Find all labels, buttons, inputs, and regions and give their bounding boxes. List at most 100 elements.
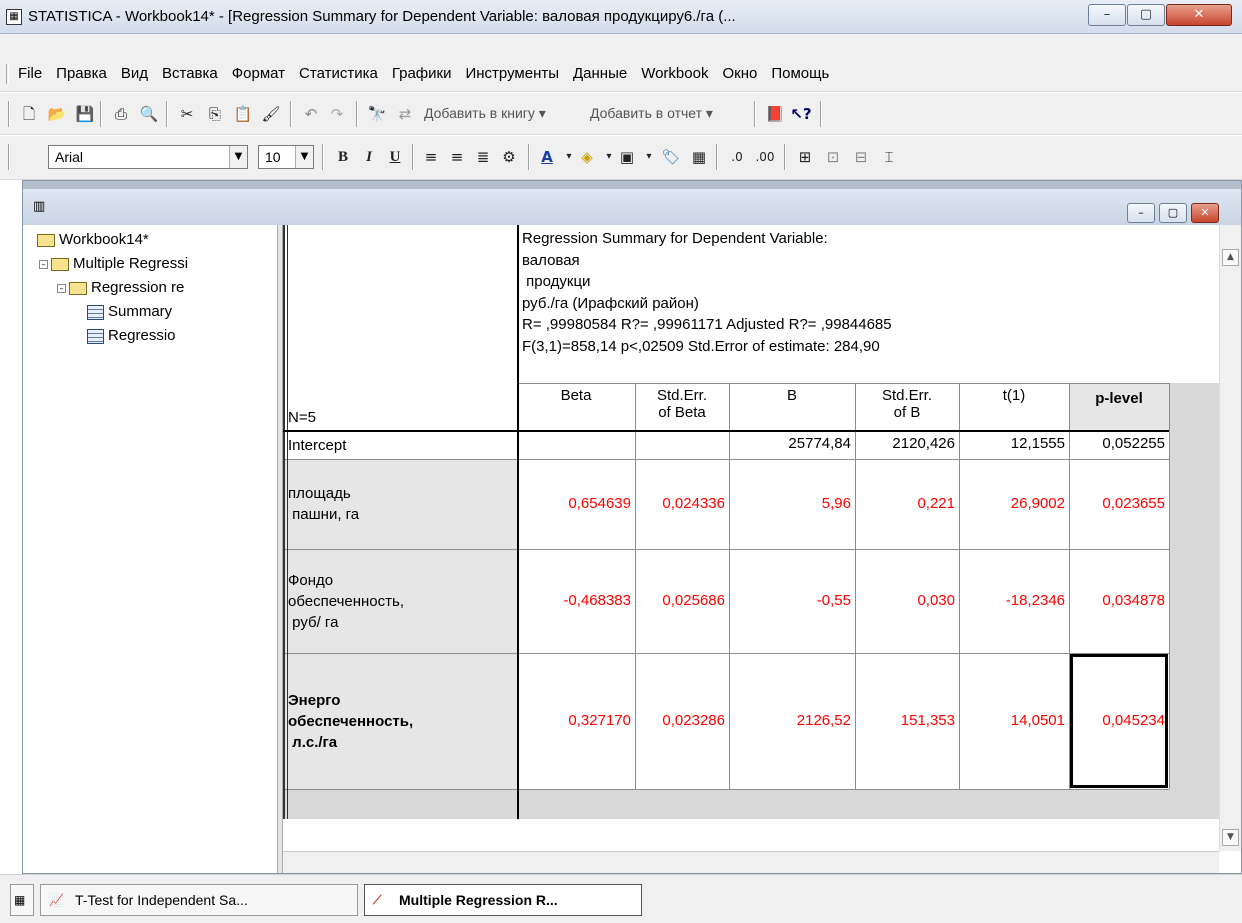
tree-node-regression-results[interactable]: – Regression re bbox=[57, 277, 184, 299]
grid-line bbox=[1169, 383, 1170, 789]
column-header: Beta bbox=[517, 387, 635, 431]
toolbar-separator bbox=[412, 144, 414, 170]
table-header-line: R= ,99980584 R?= ,99961171 Adjusted R?= … bbox=[522, 316, 892, 333]
task-label: Multiple Regression R... bbox=[399, 892, 558, 908]
table-tool-icon[interactable]: ⊟ bbox=[850, 146, 872, 168]
menu-item-9[interactable]: Workbook bbox=[641, 65, 708, 82]
row-label-line: л.с./га bbox=[288, 733, 338, 751]
child-close-button[interactable]: ✕ bbox=[1191, 203, 1219, 223]
chevron-down-icon[interactable]: ▼ bbox=[295, 146, 313, 168]
title-bar: ▦ STATISTICA - Workbook14* - [Regression… bbox=[0, 0, 1242, 34]
tree-node-regression[interactable]: Regressio bbox=[87, 325, 176, 347]
underline-button[interactable]: U bbox=[384, 146, 406, 168]
undo-icon[interactable]: ↶ bbox=[300, 103, 322, 125]
increase-decimal-icon[interactable]: .0 bbox=[726, 146, 748, 168]
menu-item-8[interactable]: Данные bbox=[573, 65, 627, 82]
horizontal-scrollbar[interactable] bbox=[283, 851, 1219, 873]
font-size-select[interactable]: 10 ▼ bbox=[258, 145, 314, 169]
frame-border bbox=[0, 34, 1242, 56]
statistica-task-icon[interactable]: ▦ bbox=[10, 884, 34, 916]
menu-item-6[interactable]: Графики bbox=[392, 65, 452, 82]
statistica-icon: ▦ bbox=[6, 9, 22, 25]
print-icon[interactable]: ⎙ bbox=[110, 103, 132, 125]
paste-icon[interactable]: 📋 bbox=[232, 103, 254, 125]
tree-node-label: Summary bbox=[108, 303, 173, 320]
grey-filler-row bbox=[283, 789, 1219, 819]
menu-item-10[interactable]: Окно bbox=[722, 65, 757, 82]
cut-icon[interactable]: ✂ bbox=[176, 103, 198, 125]
maximize-button[interactable]: ▢ bbox=[1127, 4, 1165, 26]
scroll-up-icon[interactable]: ▲ bbox=[1222, 249, 1239, 266]
font-name-select[interactable]: Arial ▼ bbox=[48, 145, 248, 169]
add-to-workbook-button[interactable]: Добавить в книгу ▾ bbox=[424, 105, 546, 122]
minimize-button[interactable]: – bbox=[1088, 4, 1126, 26]
row-label-line: обеспеченность, bbox=[288, 712, 414, 730]
table-cell bbox=[635, 431, 725, 459]
book-icon[interactable]: 📕 bbox=[764, 103, 786, 125]
workbook-titlebar: ▥ – ▢ ✕ bbox=[23, 189, 1241, 225]
scroll-down-icon[interactable]: ▼ bbox=[1222, 829, 1239, 846]
grid-icon[interactable]: ▦ bbox=[688, 146, 710, 168]
fill-color-icon[interactable]: ◈ bbox=[576, 146, 598, 168]
add-to-report-button[interactable]: Добавить в отчет ▾ bbox=[590, 105, 713, 122]
child-minimize-button[interactable]: – bbox=[1127, 203, 1155, 223]
collapse-icon[interactable]: – bbox=[57, 283, 66, 293]
table-cell: 14,0501 bbox=[1010, 712, 1065, 729]
task-multiple-regression[interactable]: ⟋ Multiple Regression R... bbox=[364, 884, 642, 916]
tree-node-summary[interactable]: Summary bbox=[87, 301, 172, 323]
vertical-scrollbar[interactable]: ▲ ▼ bbox=[1219, 225, 1241, 851]
menu-item-3[interactable]: Вставка bbox=[162, 65, 218, 82]
menu-item-4[interactable]: Формат bbox=[232, 65, 285, 82]
row-label-line: Intercept bbox=[288, 436, 347, 454]
print-preview-icon[interactable]: 🔍 bbox=[138, 103, 160, 125]
context-help-icon[interactable]: ↖? bbox=[790, 103, 812, 125]
format-painter-icon[interactable]: 🖌 bbox=[260, 103, 282, 125]
table-tool-icon[interactable]: ⊞ bbox=[794, 146, 816, 168]
align-right-icon[interactable]: ≣ bbox=[472, 146, 494, 168]
menu-item-1[interactable]: Правка bbox=[56, 65, 107, 82]
menu-item-2[interactable]: Вид bbox=[121, 65, 148, 82]
tag-icon[interactable]: 🏷 bbox=[660, 146, 682, 168]
table-header-line: Regression Summary for Dependent Variabl… bbox=[522, 230, 828, 247]
menu-item-5[interactable]: Статистика bbox=[299, 65, 378, 82]
toolbar-grip bbox=[8, 101, 10, 127]
open-folder-icon[interactable]: 📂 bbox=[46, 103, 68, 125]
close-button[interactable]: ✕ bbox=[1166, 4, 1232, 26]
table-cell: 0,023655 bbox=[1102, 495, 1165, 512]
find-icon[interactable]: 🔭 bbox=[366, 103, 388, 125]
column-header-line1: Std.Err. bbox=[881, 387, 933, 404]
align-left-icon[interactable]: ≡ bbox=[420, 146, 442, 168]
align-center-icon[interactable]: ≡ bbox=[446, 146, 468, 168]
decrease-decimal-icon[interactable]: .00 bbox=[754, 146, 776, 168]
menu-item-7[interactable]: Инструменты bbox=[465, 65, 559, 82]
collapse-icon[interactable]: – bbox=[39, 259, 48, 269]
new-file-icon[interactable]: 🗋 bbox=[18, 103, 40, 125]
chevron-down-icon[interactable]: ▾ bbox=[638, 146, 660, 168]
table-tool-icon[interactable]: ⊡ bbox=[822, 146, 844, 168]
redo-icon[interactable]: ↷ bbox=[326, 103, 348, 125]
column-header: Std.Err. of Beta bbox=[635, 387, 729, 431]
selected-cell bbox=[1070, 654, 1168, 788]
font-color-button[interactable]: A bbox=[536, 146, 558, 168]
cell-properties-icon[interactable]: ⚙ bbox=[498, 146, 520, 168]
save-icon[interactable]: 💾 bbox=[74, 103, 96, 125]
bold-button[interactable]: B bbox=[332, 146, 354, 168]
table-tool-icon[interactable]: ⌶ bbox=[878, 146, 900, 168]
tree-root[interactable]: Workbook14* bbox=[37, 229, 149, 251]
child-maximize-button[interactable]: ▢ bbox=[1159, 203, 1187, 223]
menu-item-11[interactable]: Помощь bbox=[771, 65, 829, 82]
tree-node-multiple-regression[interactable]: – Multiple Regressi bbox=[39, 253, 188, 275]
replace-icon[interactable]: ⇄ bbox=[394, 103, 416, 125]
copy-icon[interactable]: ⎘ bbox=[204, 103, 226, 125]
results-spreadsheet: Regression Summary for Dependent Variabl… bbox=[283, 225, 1219, 851]
task-ttest[interactable]: 📈 T-Test for Independent Sa... bbox=[40, 884, 358, 916]
grid-line bbox=[635, 383, 636, 789]
italic-button[interactable]: I bbox=[358, 146, 380, 168]
table-cell: -18,2346 bbox=[1005, 592, 1065, 609]
chevron-down-icon[interactable]: ▼ bbox=[229, 146, 247, 168]
row-label-line: площадь bbox=[288, 485, 351, 502]
table-header-line: продукци bbox=[522, 273, 591, 290]
background-window-strip bbox=[23, 181, 1241, 189]
menu-item-0[interactable]: File bbox=[18, 65, 42, 82]
border-icon[interactable]: ▣ bbox=[616, 146, 638, 168]
